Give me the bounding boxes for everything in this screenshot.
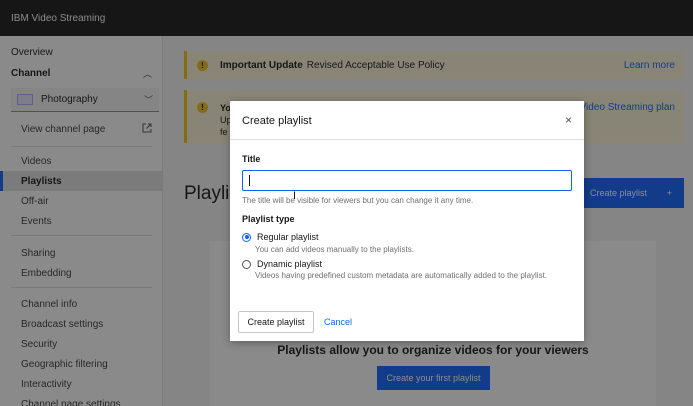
radio-dynamic-playlist[interactable]: Dynamic playlist — [242, 259, 322, 269]
title-input[interactable] — [242, 170, 572, 191]
playlist-type-label: Playlist type — [242, 214, 295, 224]
title-help-text: The title will be visible for viewers bu… — [242, 196, 474, 205]
radio-regular-playlist[interactable]: Regular playlist — [242, 232, 319, 242]
modal-cancel-link[interactable]: Cancel — [324, 317, 352, 327]
modal-create-playlist-button[interactable]: Create playlist — [238, 311, 314, 333]
radio-description: You can add videos manually to the playl… — [255, 245, 414, 254]
create-playlist-modal: Create playlist × Title The title will b… — [230, 101, 584, 341]
radio-label: Regular playlist — [257, 232, 319, 242]
modal-divider — [230, 139, 584, 140]
radio-checked-icon[interactable] — [242, 232, 251, 242]
text-cursor-icon: I — [293, 190, 297, 202]
text-caret — [249, 175, 250, 186]
title-field-label: Title — [242, 154, 261, 164]
radio-label: Dynamic playlist — [257, 259, 323, 269]
radio-description: Videos having predefined custom metadata… — [255, 271, 548, 280]
modal-footer: Create playlist Cancel — [230, 301, 584, 341]
modal-title: Create playlist — [242, 115, 312, 127]
radio-unchecked-icon[interactable] — [242, 259, 251, 269]
close-icon[interactable]: × — [565, 113, 572, 127]
